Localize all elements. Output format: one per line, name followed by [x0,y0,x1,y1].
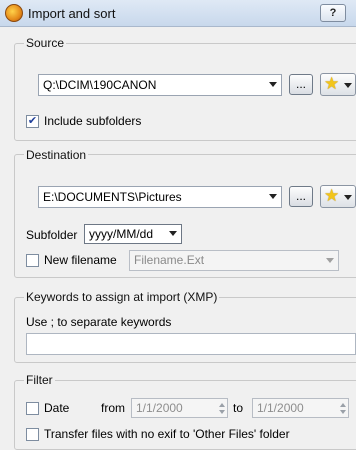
to-date-value: 1/1/2000 [257,401,304,415]
from-date-picker[interactable]: 1/1/2000 [131,398,228,418]
spin-down-icon[interactable] [340,410,346,414]
transfer-no-exif-checkbox[interactable] [26,428,39,441]
keywords-hint: Use ; to separate keywords [26,315,172,329]
source-path-value: Q:\DCIM\190CANON [43,78,157,92]
filter-group-label: Filter [24,373,55,387]
subfolder-format-value: yyyy/MM/dd [89,227,154,241]
new-filename-combo[interactable]: Filename.Ext [129,250,339,271]
chevron-down-icon [269,82,277,87]
date-filter-checkbox[interactable] [26,402,39,415]
keywords-input[interactable] [26,333,356,355]
chevron-down-icon [344,83,352,88]
date-filter-label: Date [44,401,70,415]
chevron-down-icon [344,195,352,200]
to-label: to [233,401,244,415]
star-icon: ★ [324,186,340,205]
from-date-value: 1/1/2000 [136,401,183,415]
window-title: Import and sort [28,6,116,21]
from-label: from [101,401,125,415]
destination-browse-button[interactable]: ... [289,186,313,207]
keywords-group-label: Keywords to assign at import (XMP) [24,290,220,304]
include-subfolders-label: Include subfolders [44,114,142,128]
source-group-label: Source [24,36,67,50]
app-logo-icon [5,4,23,22]
destination-path-value: E:\DOCUMENTS\Pictures [43,190,182,204]
new-filename-checkbox[interactable] [26,254,39,267]
chevron-down-icon [269,194,277,199]
to-date-picker[interactable]: 1/1/2000 [252,398,349,418]
include-subfolders-checkbox[interactable]: ✔ [26,115,39,128]
chevron-down-icon [326,258,334,263]
source-browse-button[interactable]: ... [289,74,313,95]
spin-down-icon[interactable] [219,410,225,414]
spin-up-icon[interactable] [219,403,225,407]
subfolder-label: Subfolder [26,228,78,242]
new-filename-value: Filename.Ext [134,253,205,267]
star-icon: ★ [324,74,340,93]
destination-path-combo[interactable]: E:\DOCUMENTS\Pictures [38,186,282,208]
source-path-combo[interactable]: Q:\DCIM\190CANON [38,74,282,96]
transfer-no-exif-label: Transfer files with no exif to 'Other Fi… [44,427,290,441]
help-button[interactable]: ? [320,4,346,22]
source-favorites-button[interactable]: ★ [320,73,356,96]
new-filename-label: New filename [44,253,117,267]
subfolder-format-select[interactable]: yyyy/MM/dd [84,224,182,244]
spin-up-icon[interactable] [340,403,346,407]
destination-favorites-button[interactable]: ★ [320,185,356,208]
chevron-down-icon [169,231,177,236]
destination-group-label: Destination [24,148,89,162]
